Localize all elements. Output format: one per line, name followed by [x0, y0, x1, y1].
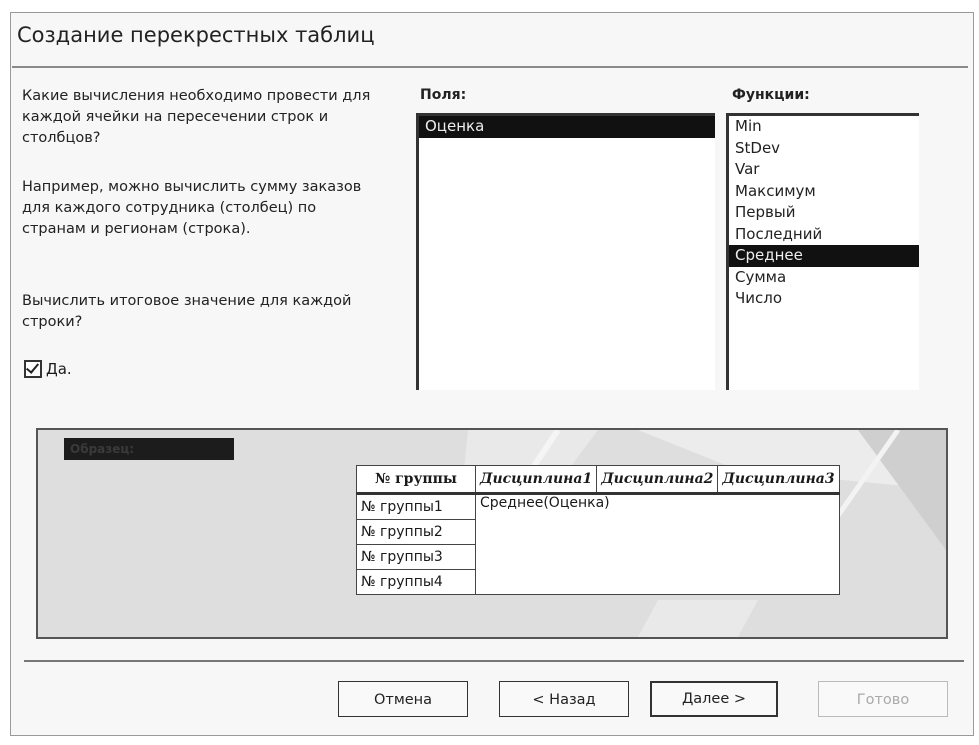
table-row: № группы1 Среднее(Оценка) — [356, 493, 840, 595]
table-header-cell: Дисциплина3 — [717, 465, 840, 495]
function-list-item[interactable]: Последний — [729, 224, 919, 246]
row-header-cell: № группы3 — [356, 544, 476, 570]
value-cell-text: Среднее(Оценка) — [480, 495, 610, 511]
function-list-item[interactable]: Сумма — [729, 267, 919, 289]
finish-button[interactable]: Готово — [818, 681, 948, 717]
row-header-cell: № группы2 — [356, 519, 476, 545]
dialog-title: Создание перекрестных таблиц — [17, 23, 375, 47]
sample-label: Образец: — [64, 438, 234, 460]
value-cell: Среднее(Оценка) — [475, 493, 840, 595]
table-header-cell: Дисциплина2 — [596, 465, 719, 495]
footer-divider — [24, 660, 964, 662]
functions-listbox[interactable]: Min StDev Var Максимум Первый Последний Средне… — [726, 113, 919, 390]
table-header-row: № группы Дисциплина1 Дисциплина2 Дисципл… — [356, 465, 840, 495]
row-summary-question-text: Вычислить итоговое значение для каждой с… — [22, 293, 352, 330]
functions-label: Функции: — [732, 87, 810, 103]
function-list-item[interactable]: Максимум — [729, 181, 919, 203]
example-text: Например, можно вычислить сумму заказов … — [22, 179, 362, 237]
row-summary-checkbox-label: Да. — [46, 360, 72, 378]
function-list-item[interactable]: Min — [729, 116, 919, 138]
row-header-cell: № группы1 — [356, 493, 476, 520]
back-button[interactable]: < Назад — [499, 681, 629, 717]
field-list-item[interactable]: Оценка — [419, 116, 715, 138]
row-summary-checkbox-row[interactable]: Да. — [24, 360, 72, 378]
cancel-button[interactable]: Отмена — [338, 681, 468, 717]
fields-listbox[interactable]: Оценка — [416, 113, 715, 390]
row-summary-checkbox[interactable] — [24, 360, 42, 378]
function-list-item[interactable]: Var — [729, 159, 919, 181]
sample-crosstab-table: № группы Дисциплина1 Дисциплина2 Дисципл… — [356, 465, 840, 595]
function-list-item[interactable]: StDev — [729, 138, 919, 160]
function-list-item[interactable]: Число — [729, 288, 919, 310]
table-header-cell: № группы — [356, 465, 476, 495]
table-header-cell: Дисциплина1 — [474, 465, 598, 495]
next-button[interactable]: Далее > — [650, 681, 778, 717]
fields-label: Поля: — [420, 87, 467, 103]
title-divider — [12, 66, 968, 68]
row-header-cell: № группы4 — [356, 569, 476, 595]
sample-preview-panel: Образец: № группы Дисциплина1 Дисциплина… — [36, 428, 948, 639]
calculation-question-text: Какие вычисления необходимо провести для… — [22, 88, 371, 146]
function-list-item[interactable]: Среднее — [729, 245, 919, 267]
function-list-item[interactable]: Первый — [729, 202, 919, 224]
